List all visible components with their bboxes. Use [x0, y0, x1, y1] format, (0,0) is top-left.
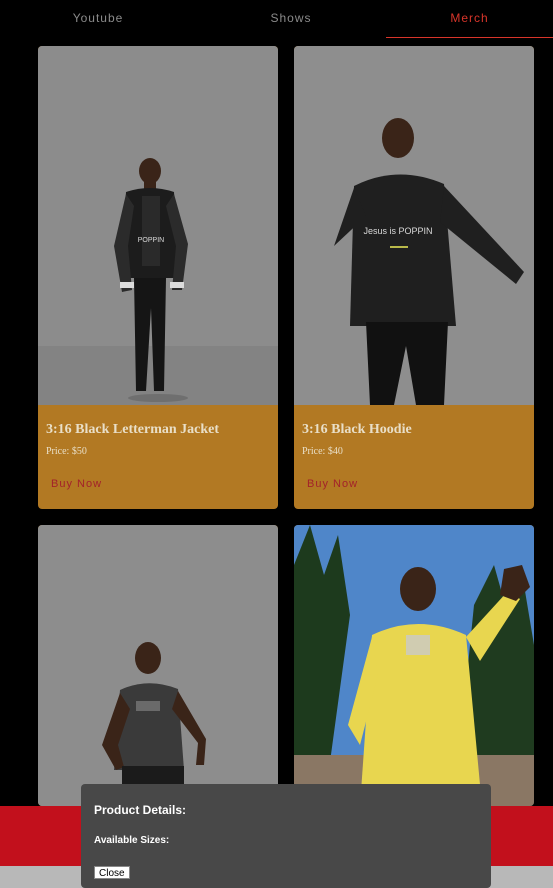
available-sizes-label: Available Sizes: [94, 835, 170, 846]
product-info: 3:16 Black Letterman Jacket Price: $50 B… [38, 405, 278, 509]
close-button[interactable]: Close [94, 866, 130, 879]
product-photo-tee [38, 525, 278, 806]
tab-youtube[interactable]: Youtube [0, 0, 196, 37]
top-nav: Youtube Shows Merch [0, 0, 553, 38]
product-card [294, 525, 534, 806]
product-price: Price: $50 [46, 446, 87, 457]
buy-now-button[interactable]: Buy Now [302, 474, 363, 494]
tab-shows[interactable]: Shows [196, 0, 386, 37]
product-card: Jesus is POPPIN 3:16 Black Hoodie Price:… [294, 46, 534, 509]
product-photo-yellow-hoodie [294, 525, 534, 806]
product-details-modal: Product Details: Available Sizes: Close [81, 784, 491, 888]
shirt-print: POPPIN [138, 237, 164, 244]
product-title: 3:16 Black Hoodie [302, 422, 412, 437]
product-price: Price: $40 [302, 446, 343, 457]
buy-now-button[interactable]: Buy Now [46, 474, 107, 494]
product-photo-letterman: POPPIN [38, 46, 278, 405]
hoodie-print: Jesus is POPPIN [363, 226, 432, 236]
product-info: 3:16 Black Hoodie Price: $40 Buy Now [294, 405, 534, 509]
product-card [38, 525, 278, 806]
product-photo-hoodie: Jesus is POPPIN [294, 46, 534, 405]
product-card: POPPIN 3:16 Black Letterman Jacket Price… [38, 46, 278, 509]
tab-merch[interactable]: Merch [386, 0, 553, 38]
product-title: 3:16 Black Letterman Jacket [46, 422, 220, 437]
modal-title: Product Details: [94, 803, 187, 817]
